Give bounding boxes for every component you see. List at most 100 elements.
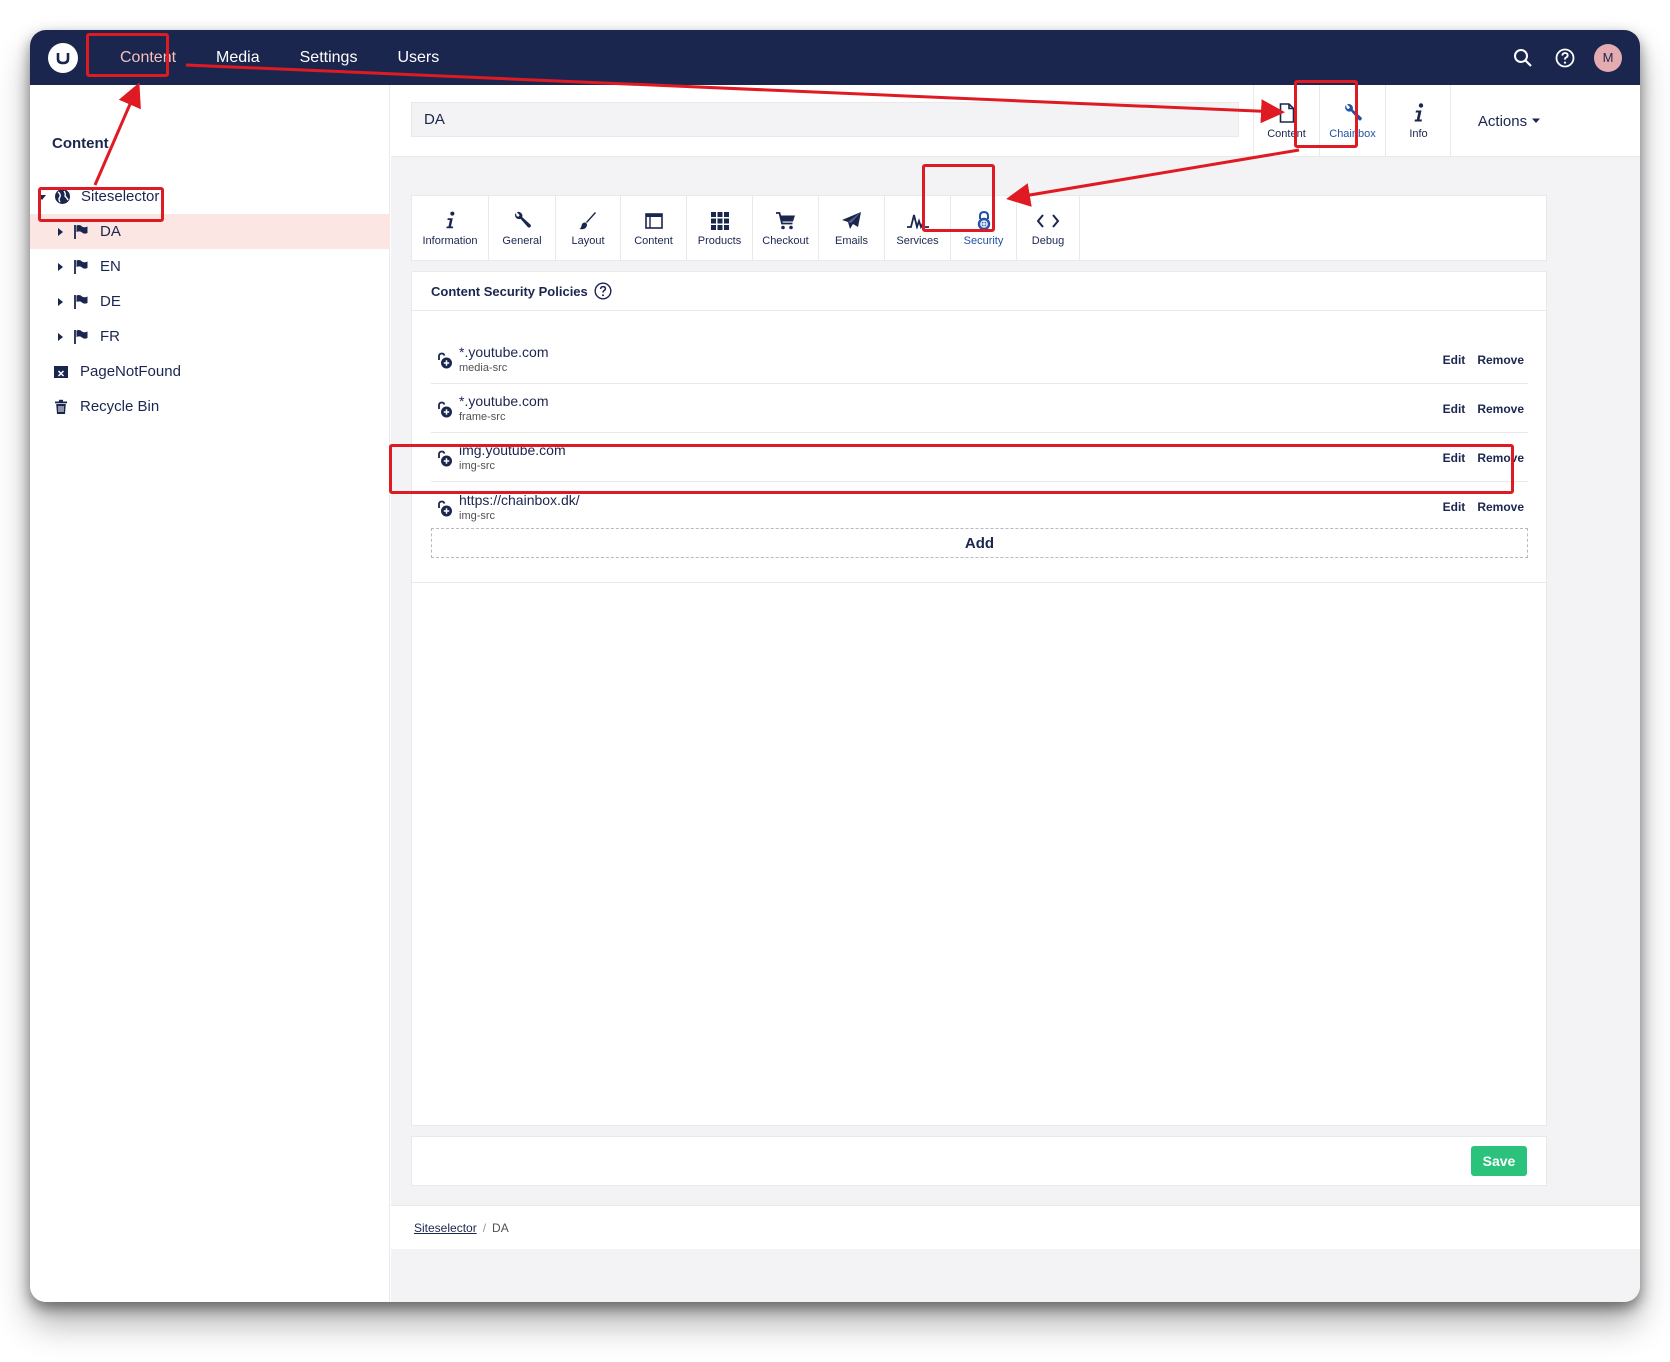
tree-node-pagenotfound[interactable]: PageNotFound: [30, 354, 390, 389]
edit-button[interactable]: Edit: [1443, 402, 1466, 416]
pulse-icon: [906, 210, 929, 232]
tree-node-label: FR: [100, 328, 120, 345]
section-users[interactable]: Users: [377, 30, 459, 85]
caret-down-icon: [1532, 118, 1541, 124]
unlock-add-icon: [431, 446, 459, 468]
brush-icon: [579, 210, 597, 232]
avatar[interactable]: M: [1594, 43, 1622, 72]
tab-label: Security: [963, 234, 1004, 247]
app-tab-info[interactable]: Info: [1385, 85, 1451, 157]
policy-text: https://chainbox.dk/ img-src: [459, 492, 580, 522]
content-tree-sidebar: Content Siteselector DA EN DE FR PageNot…: [30, 85, 390, 1302]
top-header: Content Media Settings Users M: [30, 30, 1640, 85]
tab-general[interactable]: General: [489, 196, 556, 260]
tab-content[interactable]: Content: [621, 196, 687, 260]
cart-icon: [775, 210, 796, 232]
tab-layout[interactable]: Layout: [556, 196, 621, 260]
trash-icon: [51, 397, 71, 417]
caret-down-icon[interactable]: [37, 193, 47, 201]
document-icon: [1279, 102, 1295, 124]
policy-actions: Edit Remove: [1443, 335, 1524, 384]
app-tab-label: Content: [1267, 128, 1306, 140]
tab-checkout[interactable]: Checkout: [753, 196, 819, 260]
tree-node-label: EN: [100, 258, 121, 275]
add-policy-button[interactable]: Add: [431, 528, 1528, 558]
tab-information[interactable]: Information: [412, 196, 489, 260]
tree-node-recycle-bin[interactable]: Recycle Bin: [30, 389, 390, 424]
tab-services[interactable]: Services: [885, 196, 951, 260]
tab-label: Layout: [571, 234, 605, 247]
tab-emails[interactable]: Emails: [819, 196, 885, 260]
panel-header: Content Security Policies: [412, 272, 1546, 311]
unlock-add-icon: [431, 348, 459, 370]
lock-icon: [976, 210, 992, 232]
caret-right-icon[interactable]: [55, 262, 65, 271]
caret-right-icon[interactable]: [55, 227, 65, 236]
search-icon[interactable]: [1510, 45, 1536, 71]
tree-node-label: Siteselector: [81, 188, 160, 205]
layout-icon: [644, 210, 663, 232]
csp-panel: Content Security Policies *.youtube.com …: [411, 271, 1547, 1126]
edit-button[interactable]: Edit: [1443, 500, 1466, 514]
section-settings[interactable]: Settings: [280, 30, 378, 85]
tab-label: General: [502, 234, 542, 247]
tree-node-fr[interactable]: FR: [30, 319, 390, 354]
tab-products[interactable]: Products: [687, 196, 753, 260]
flag-icon: [71, 292, 91, 312]
tab-label: Services: [896, 234, 939, 247]
caret-right-icon[interactable]: [55, 332, 65, 341]
tab-security[interactable]: Security: [951, 196, 1017, 260]
caret-right-icon[interactable]: [55, 297, 65, 306]
unlock-add-icon: [431, 496, 459, 518]
actions-dropdown[interactable]: Actions: [1450, 85, 1567, 157]
question-circle-icon[interactable]: [594, 282, 612, 300]
content-apps: Content Chainbox Info: [1253, 85, 1451, 157]
edit-button[interactable]: Edit: [1443, 353, 1466, 367]
tab-label: Content: [634, 234, 673, 247]
sidebar-title: Content: [52, 135, 109, 152]
tab-debug[interactable]: Debug: [1017, 196, 1080, 260]
tree-node-de[interactable]: DE: [30, 284, 390, 319]
policy-value: img.youtube.com: [459, 442, 566, 458]
tree-node-en[interactable]: EN: [30, 249, 390, 284]
section-content[interactable]: Content: [100, 30, 196, 85]
remove-button[interactable]: Remove: [1477, 451, 1524, 465]
tab-label: Debug: [1031, 234, 1065, 247]
remove-button[interactable]: Remove: [1477, 353, 1524, 367]
save-button[interactable]: Save: [1471, 1146, 1527, 1176]
tree-node-da[interactable]: DA: [30, 214, 390, 249]
policy-directive: media-src: [459, 362, 508, 374]
info-icon: [445, 210, 456, 232]
policy-value: https://chainbox.dk/: [459, 491, 580, 508]
app-tab-chainbox[interactable]: Chainbox: [1319, 85, 1385, 157]
node-name-input[interactable]: DA: [411, 102, 1239, 137]
paper-plane-icon: [842, 210, 861, 232]
policy-text: img.youtube.com img-src: [459, 442, 566, 472]
panel-title: Content Security Policies: [431, 283, 588, 299]
policy-directive: img-src: [459, 509, 496, 522]
help-icon[interactable]: [1552, 45, 1578, 71]
section-media[interactable]: Media: [196, 30, 280, 85]
breadcrumb-link[interactable]: Siteselector: [414, 1221, 477, 1235]
edit-button[interactable]: Edit: [1443, 451, 1466, 465]
actions-label: Actions: [1477, 112, 1528, 130]
page-not-found-icon: [51, 362, 71, 382]
remove-button[interactable]: Remove: [1477, 402, 1524, 416]
tree-node-label: Recycle Bin: [80, 398, 160, 415]
section-nav: Content Media Settings Users: [100, 30, 459, 85]
flag-icon: [71, 222, 91, 242]
panel-divider: [412, 582, 1546, 583]
policy-text: *.youtube.com media-src: [459, 344, 549, 374]
app-tab-content[interactable]: Content: [1253, 85, 1319, 157]
policy-list: *.youtube.com media-src Edit Remove *.yo…: [431, 335, 1528, 531]
app-tab-label: Info: [1409, 128, 1428, 140]
policy-value: *.youtube.com: [459, 393, 549, 409]
policy-row: *.youtube.com media-src Edit Remove: [431, 335, 1528, 384]
umbraco-logo-icon[interactable]: [48, 43, 78, 73]
save-bar: Save: [411, 1136, 1547, 1186]
tab-label: Information: [422, 234, 478, 247]
code-icon: [1037, 210, 1059, 232]
remove-button[interactable]: Remove: [1477, 500, 1524, 514]
policy-text: *.youtube.com frame-src: [459, 393, 549, 423]
tree-node-siteselector[interactable]: Siteselector: [30, 179, 390, 214]
